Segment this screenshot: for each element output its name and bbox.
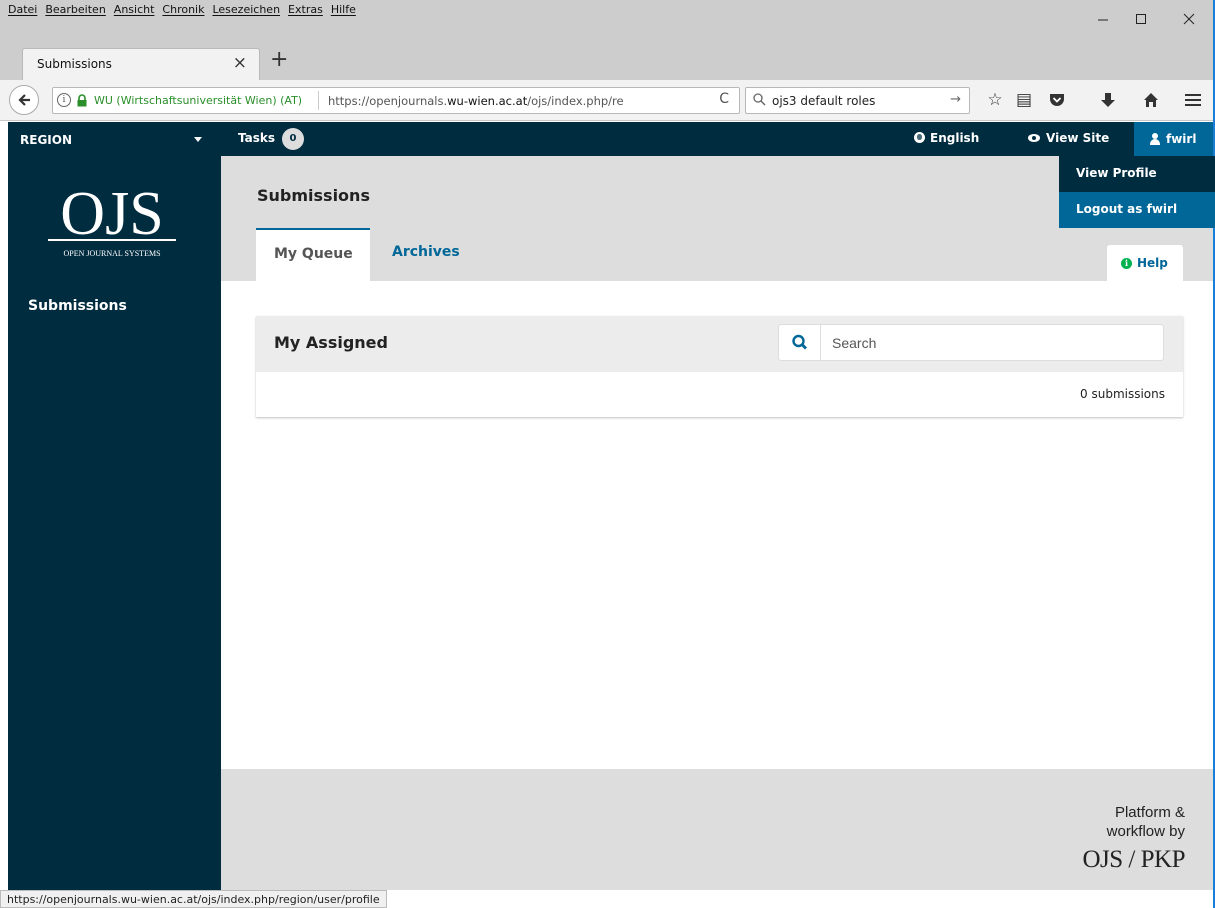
search-query: ojs3 default roles [772,94,876,108]
menu-ansicht[interactable]: Ansicht [114,3,155,16]
menu-bar: Datei Bearbeiten Ansicht Chronik Lesezei… [0,0,1215,40]
browser-search-bar[interactable]: ojs3 default roles → [745,87,970,114]
tasks-count-badge: 0 [282,128,304,150]
site-identity[interactable]: WU (Wirtschaftsuniversität Wien) (AT) [94,94,302,107]
bookmarks-library-icon[interactable]: ▤ [1013,89,1035,111]
tab-bar: Submissions × + [0,40,1215,80]
context-name: REGION [20,133,72,147]
back-button[interactable] [9,85,39,115]
download-icon[interactable] [1097,89,1119,111]
browser-tab[interactable]: Submissions × [22,48,260,80]
footer-credit: Platform & workflow by [1107,803,1185,841]
maximize-icon [1136,14,1146,24]
view-site-label: View Site [1046,131,1110,145]
status-bar: https://openjournals.wu-wien.ac.at/ojs/i… [0,890,387,908]
menu-extras[interactable]: Extras [288,3,323,16]
tab-my-queue-label: My Queue [274,246,353,262]
ojs-logo[interactable]: OJS OPEN JOURNAL SYSTEMS [42,174,182,264]
search-go-icon[interactable]: → [950,92,961,107]
new-tab-button[interactable]: + [270,49,288,71]
username-label: fwirl [1166,132,1197,146]
menu-datei[interactable]: Datei [8,3,37,16]
info-icon[interactable]: i [57,93,71,107]
navigation-toolbar: i WU (Wirtschaftsuniversität Wien) (AT) … [0,80,1215,121]
sidebar: OJS OPEN JOURNAL SYSTEMS Submissions [8,156,221,890]
url-divider [318,91,319,110]
menu-hilfe[interactable]: Hilfe [331,3,356,16]
pkp-logo[interactable]: OJS / PKP [1083,846,1186,874]
tab-title: Submissions [37,57,112,71]
view-site-button[interactable]: View Site [1028,131,1109,145]
search-button[interactable] [779,325,821,360]
close-tab-icon[interactable]: × [233,53,247,73]
url-text[interactable]: https://openjournals.wu-wien.ac.at/ojs/i… [328,94,698,108]
minimize-button[interactable] [1088,8,1118,30]
user-menu-button[interactable]: fwirl [1134,122,1215,156]
view-profile-item[interactable]: View Profile [1059,156,1215,192]
help-label: Help [1137,256,1168,270]
context-switcher[interactable]: REGION [8,122,221,156]
panel-title: My Assigned [274,333,388,352]
submission-search [778,324,1164,361]
globe-icon [914,132,925,143]
footer: Platform & workflow by OJS / PKP [221,769,1215,890]
lock-icon [77,94,87,107]
info-circle-icon: i [1121,258,1132,269]
menu-bearbeiten[interactable]: Bearbeiten [45,3,105,16]
ojs-app: REGION Tasks 0 English View Site fwirl V… [8,122,1215,890]
search-input[interactable] [822,325,1162,360]
menu-chronik[interactable]: Chronik [162,3,204,16]
minimize-icon [1098,19,1108,21]
language-button[interactable]: English [914,131,979,145]
page-title: Submissions [257,186,370,205]
tasks-label: Tasks [238,131,276,145]
my-assigned-panel: My Assigned 0 submissions [256,316,1183,417]
user-dropdown-menu: View Profile Logout as fwirl [1059,156,1215,228]
bookmark-star-icon[interactable]: ☆ [984,89,1006,111]
tab-my-queue[interactable]: My Queue [256,228,370,281]
hamburger-menu-icon[interactable] [1182,89,1204,111]
reload-icon[interactable]: C [719,91,729,107]
eye-icon [1028,134,1040,142]
sidebar-item-submissions[interactable]: Submissions [28,298,127,314]
language-label: English [930,131,980,145]
panel-header: My Assigned [256,316,1183,372]
user-icon [1150,133,1160,145]
logo-mark: OJS [60,180,163,248]
close-icon [1183,13,1195,25]
address-bar[interactable]: i WU (Wirtschaftsuniversität Wien) (AT) … [52,87,740,114]
main-content: My Assigned 0 submissions [221,281,1215,769]
search-icon [753,93,766,106]
tab-archives[interactable]: Archives [392,244,460,260]
submission-count: 0 submissions [1080,387,1165,401]
logo-caption: OPEN JOURNAL SYSTEMS [63,249,160,258]
home-icon[interactable] [1140,89,1162,111]
pocket-icon[interactable] [1046,89,1068,111]
footer-line-1: Platform & [1114,804,1185,821]
logout-item[interactable]: Logout as fwirl [1059,192,1215,228]
menu-lesezeichen[interactable]: Lesezeichen [212,3,280,16]
top-navigation: REGION Tasks 0 English View Site fwirl [8,122,1215,156]
close-window-button[interactable] [1174,8,1204,30]
help-button[interactable]: i Help [1107,245,1183,281]
tasks-button[interactable]: Tasks 0 [238,128,304,150]
back-arrow-icon [18,94,30,106]
footer-line-2: workflow by [1106,823,1185,840]
maximize-button[interactable] [1126,8,1156,30]
caret-down-icon [194,137,202,142]
search-icon [792,334,807,350]
